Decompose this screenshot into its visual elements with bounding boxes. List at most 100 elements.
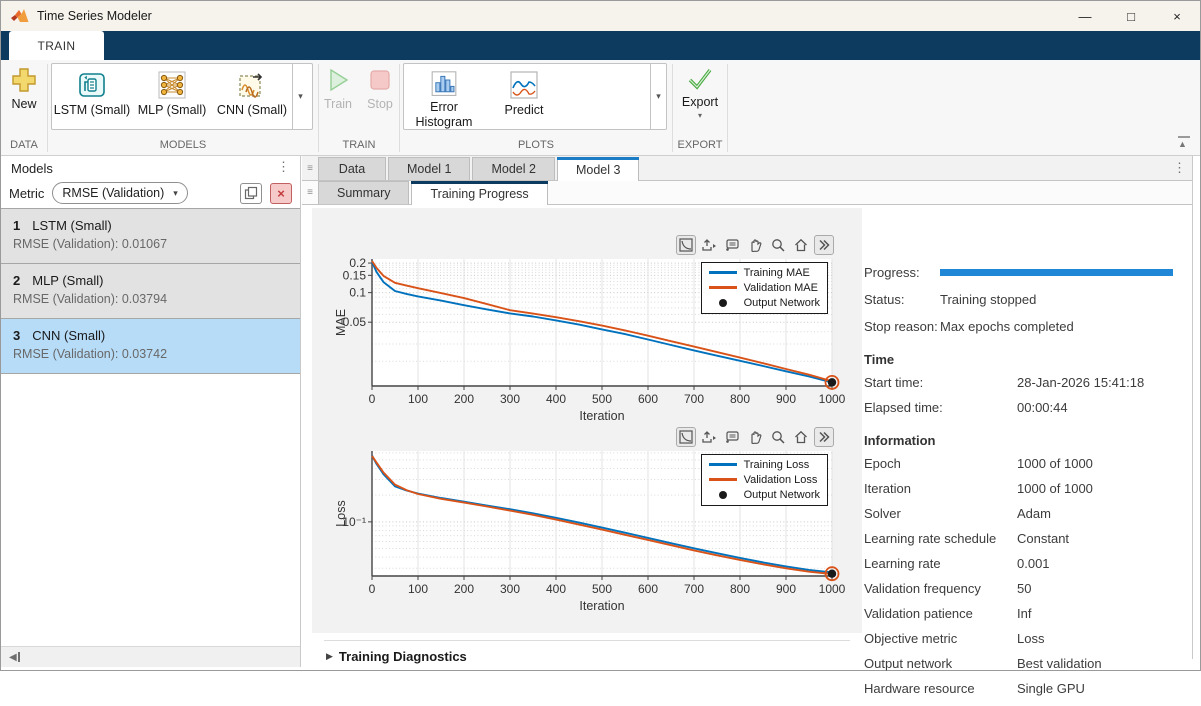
maximize-button[interactable]: □ (1108, 1, 1154, 31)
restore-view-button[interactable] (791, 427, 811, 447)
duplicate-model-button[interactable] (240, 183, 262, 204)
svg-text:200: 200 (454, 582, 474, 596)
ribbon-tab-strip: TRAIN (1, 31, 1200, 60)
svg-text:100: 100 (408, 392, 428, 406)
close-button[interactable]: × (1154, 1, 1200, 31)
export-plot-button[interactable] (699, 427, 719, 447)
subtab-bar-grip-icon[interactable]: ≡ (302, 187, 318, 198)
subtab-bar: ≡ Summary Training Progress (302, 181, 1192, 204)
information-section-title: Information (864, 433, 1194, 448)
ribbon-group-models: LSTM (Small) (48, 60, 318, 155)
legend-entry: Output Network (709, 295, 820, 310)
tab-data[interactable]: Data (318, 157, 386, 180)
models-panel-menu-icon[interactable]: ⋮ (277, 159, 290, 175)
export-check-icon (686, 67, 714, 91)
export-dropdown-arrow[interactable]: ▾ (698, 111, 702, 120)
new-button[interactable]: New (1, 60, 47, 111)
plots-gallery-dropdown[interactable]: ▾ (650, 64, 666, 129)
stop-button[interactable]: Stop (362, 60, 398, 111)
collapse-panel-button[interactable]: ◀ (9, 652, 20, 663)
svg-text:1000: 1000 (819, 582, 846, 596)
svg-text:0.15: 0.15 (343, 268, 367, 282)
ribbon-group-train: Train Stop TRAIN (319, 60, 399, 155)
export-plot-button[interactable] (699, 235, 719, 255)
svg-text:Loss: Loss (334, 500, 348, 526)
svg-text:Iteration: Iteration (579, 409, 624, 423)
collapse-ribbon-button[interactable]: ▲ (1178, 136, 1190, 149)
svg-text:1000: 1000 (819, 392, 846, 406)
legend-entry: Validation Loss (709, 472, 820, 487)
model-card-2[interactable]: 2MLP (Small) RMSE (Validation): 0.03794 (1, 264, 300, 319)
document-tab-bar: ≡ Data Model 1 Model 2 Model 3 ⋮ (302, 156, 1192, 180)
group-label-plots: PLOTS (400, 139, 672, 155)
zoom-button[interactable] (768, 235, 788, 255)
train-button[interactable]: Train (320, 60, 356, 111)
models-gallery-dropdown[interactable]: ▾ (292, 64, 308, 129)
tab-model-3[interactable]: Model 3 (557, 157, 639, 181)
minimize-button[interactable]: — (1062, 1, 1108, 31)
data-tips-button[interactable] (722, 427, 742, 447)
ribbon-group-data: New DATA (1, 60, 47, 155)
log-scale-button[interactable] (676, 235, 696, 255)
new-plus-icon (11, 67, 37, 93)
gallery-item-error-histogram[interactable]: Error Histogram (404, 64, 484, 129)
lstm-model-icon (77, 70, 107, 100)
subtab-summary[interactable]: Summary (318, 181, 409, 204)
window-title: Time Series Modeler (37, 9, 152, 23)
training-progress-content: 010020030040050060070080090010000.20.150… (302, 204, 1192, 659)
svg-text:300: 300 (500, 392, 520, 406)
start-time-label: Start time: (864, 375, 1017, 390)
model-card-1[interactable]: 1LSTM (Small) RMSE (Validation): 0.01067 (1, 209, 300, 264)
status-value: Training stopped (940, 292, 1036, 307)
collapse-ribbon-icon: ▲ (1178, 139, 1187, 149)
pan-button[interactable] (745, 235, 765, 255)
ribbon-group-export: Export ▾ EXPORT (673, 60, 727, 155)
training-diagnostics-section[interactable]: ▶ Training Diagnostics (324, 640, 850, 664)
document-tab-menu-icon[interactable]: ⋮ (1173, 160, 1186, 176)
log-scale-button[interactable] (676, 427, 696, 447)
legend-entry: Validation MAE (709, 280, 820, 295)
progress-label: Progress: (864, 265, 940, 280)
delete-x-icon: × (277, 186, 285, 201)
more-tools-button[interactable] (814, 235, 834, 255)
svg-text:0: 0 (369, 392, 376, 406)
elapsed-time-label: Elapsed time: (864, 400, 1017, 415)
delete-model-button[interactable]: × (270, 183, 292, 204)
model-card-3[interactable]: 3CNN (Small) RMSE (Validation): 0.03742 (1, 319, 300, 374)
matlab-logo-icon (11, 8, 29, 24)
gallery-item-predict[interactable]: Predict (484, 64, 564, 129)
tab-model-2[interactable]: Model 2 (472, 157, 554, 180)
svg-text:400: 400 (546, 582, 566, 596)
svg-text:600: 600 (638, 582, 658, 596)
gallery-item-mlp[interactable]: MLP (Small) (132, 64, 212, 129)
stop-reason-value: Max epochs completed (940, 319, 1074, 334)
svg-text:0.1: 0.1 (349, 286, 366, 300)
stop-reason-label: Stop reason: (864, 319, 940, 334)
metric-dropdown[interactable]: RMSE (Validation) ▾ (52, 182, 187, 204)
ribbon-group-plots: Error Histogram Predict ▾ PLO (400, 60, 672, 155)
expander-icon: ▶ (326, 651, 333, 662)
gallery-item-lstm[interactable]: LSTM (Small) (52, 64, 132, 129)
mae-chart: 010020030040050060070080090010000.20.150… (332, 234, 837, 433)
svg-text:100: 100 (408, 582, 428, 596)
data-tips-button[interactable] (722, 235, 742, 255)
gallery-item-cnn[interactable]: CNN (Small) (212, 64, 292, 129)
export-button[interactable]: Export ▾ (675, 60, 725, 120)
tab-bar-grip-icon[interactable]: ≡ (302, 163, 318, 174)
models-gallery: LSTM (Small) (51, 63, 313, 130)
tab-train[interactable]: TRAIN (9, 31, 104, 60)
models-panel-toolbar: Metric RMSE (Validation) ▾ × (1, 178, 300, 208)
pan-button[interactable] (745, 427, 765, 447)
legend-entry: Output Network (709, 487, 820, 502)
svg-text:900: 900 (776, 582, 796, 596)
tab-model-1[interactable]: Model 1 (388, 157, 470, 180)
zoom-button[interactable] (768, 427, 788, 447)
document-area: ≡ Data Model 1 Model 2 Model 3 ⋮ ≡ Summa… (302, 156, 1192, 659)
chevron-down-icon: ▾ (173, 188, 178, 199)
subtab-training-progress[interactable]: Training Progress (411, 181, 547, 205)
training-info-panel: Progress: Status: Training stopped Stop … (864, 265, 1194, 706)
svg-text:600: 600 (638, 392, 658, 406)
restore-view-button[interactable] (791, 235, 811, 255)
models-panel-title: Models (11, 159, 277, 176)
more-tools-button[interactable] (814, 427, 834, 447)
